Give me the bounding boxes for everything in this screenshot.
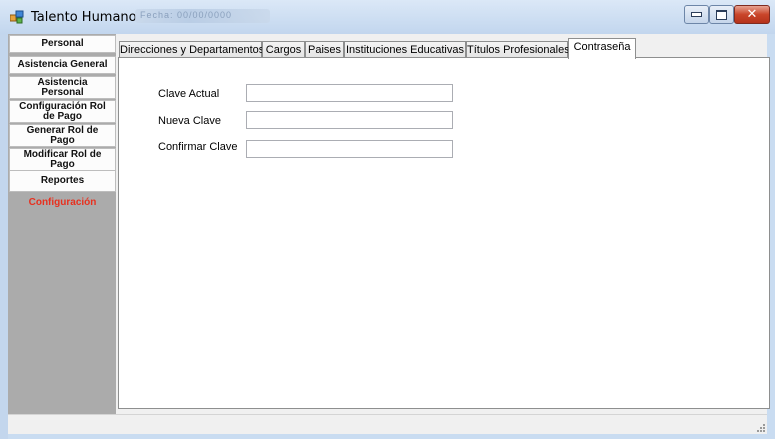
new-password-label: Nueva Clave bbox=[158, 115, 221, 127]
close-button[interactable]: ✕ bbox=[734, 5, 770, 24]
sidebar-item-label: Configuración Rol de Pago bbox=[19, 100, 106, 122]
tab-label: Direcciones y Departamentos bbox=[120, 44, 265, 56]
sidebar-item-label: Generar Rol de Pago bbox=[26, 124, 99, 146]
status-bar bbox=[8, 414, 767, 434]
app-window: Talento Humano Fecha: 00/00/0000 ✕ Perso… bbox=[0, 0, 775, 439]
app-icon bbox=[10, 10, 24, 24]
minimize-icon bbox=[691, 12, 702, 17]
confirm-password-label: Confirmar Clave bbox=[158, 141, 238, 153]
title-extra-text: Fecha: 00/00/0000 bbox=[140, 10, 233, 20]
tab-label: Contraseña bbox=[573, 41, 631, 53]
maximize-button[interactable] bbox=[709, 5, 734, 24]
sidebar-item-label: Asistencia General bbox=[17, 59, 108, 70]
new-password-field[interactable] bbox=[246, 111, 453, 129]
sidebar-item-configuracion-rol-de-pago[interactable]: Configuración Rol de Pago bbox=[9, 100, 116, 123]
sidebar-item-label: Reportes bbox=[40, 175, 85, 186]
sidebar-item-label: Personal bbox=[41, 38, 84, 49]
tab-label: Títulos Profesionales bbox=[467, 44, 570, 56]
tab-panel-contrasena bbox=[118, 57, 770, 409]
sidebar: Personal Asistencia General Asistencia P… bbox=[8, 34, 116, 414]
sidebar-item-asistencia-personal[interactable]: Asistencia Personal bbox=[9, 76, 116, 99]
sidebar-item-label: Modificar Rol de Pago bbox=[23, 148, 102, 170]
current-password-field[interactable] bbox=[246, 84, 453, 102]
sidebar-item-label: Asistencia Personal bbox=[37, 76, 88, 98]
sidebar-item-label: Configuración bbox=[28, 197, 97, 208]
tab-label: Paises bbox=[307, 44, 342, 56]
confirm-password-field[interactable] bbox=[246, 140, 453, 158]
current-password-label: Clave Actual bbox=[158, 88, 220, 100]
sidebar-item-generar-rol-de-pago[interactable]: Generar Rol de Pago bbox=[9, 124, 116, 147]
tab-contrasena[interactable]: Contraseña bbox=[568, 38, 636, 59]
sidebar-item-personal[interactable]: Personal bbox=[9, 35, 116, 53]
sidebar-item-reportes[interactable]: Reportes bbox=[9, 170, 116, 192]
sidebar-item-configuracion[interactable]: Configuración bbox=[9, 193, 116, 213]
maximize-icon bbox=[716, 9, 727, 20]
minimize-button[interactable] bbox=[684, 5, 709, 24]
tab-label: Cargos bbox=[265, 44, 302, 56]
tab-label: Instituciones Educativas bbox=[345, 44, 464, 56]
client-area: Personal Asistencia General Asistencia P… bbox=[8, 34, 770, 434]
sidebar-item-asistencia-general[interactable]: Asistencia General bbox=[9, 56, 116, 74]
title-bar[interactable]: Talento Humano Fecha: 00/00/0000 ✕ bbox=[0, 0, 775, 34]
window-left-border bbox=[0, 34, 8, 439]
window-title: Talento Humano bbox=[31, 10, 137, 25]
resize-grip-icon[interactable] bbox=[755, 422, 765, 432]
sidebar-item-modificar-rol-de-pago[interactable]: Modificar Rol de Pago bbox=[9, 148, 116, 171]
close-icon: ✕ bbox=[746, 7, 758, 22]
